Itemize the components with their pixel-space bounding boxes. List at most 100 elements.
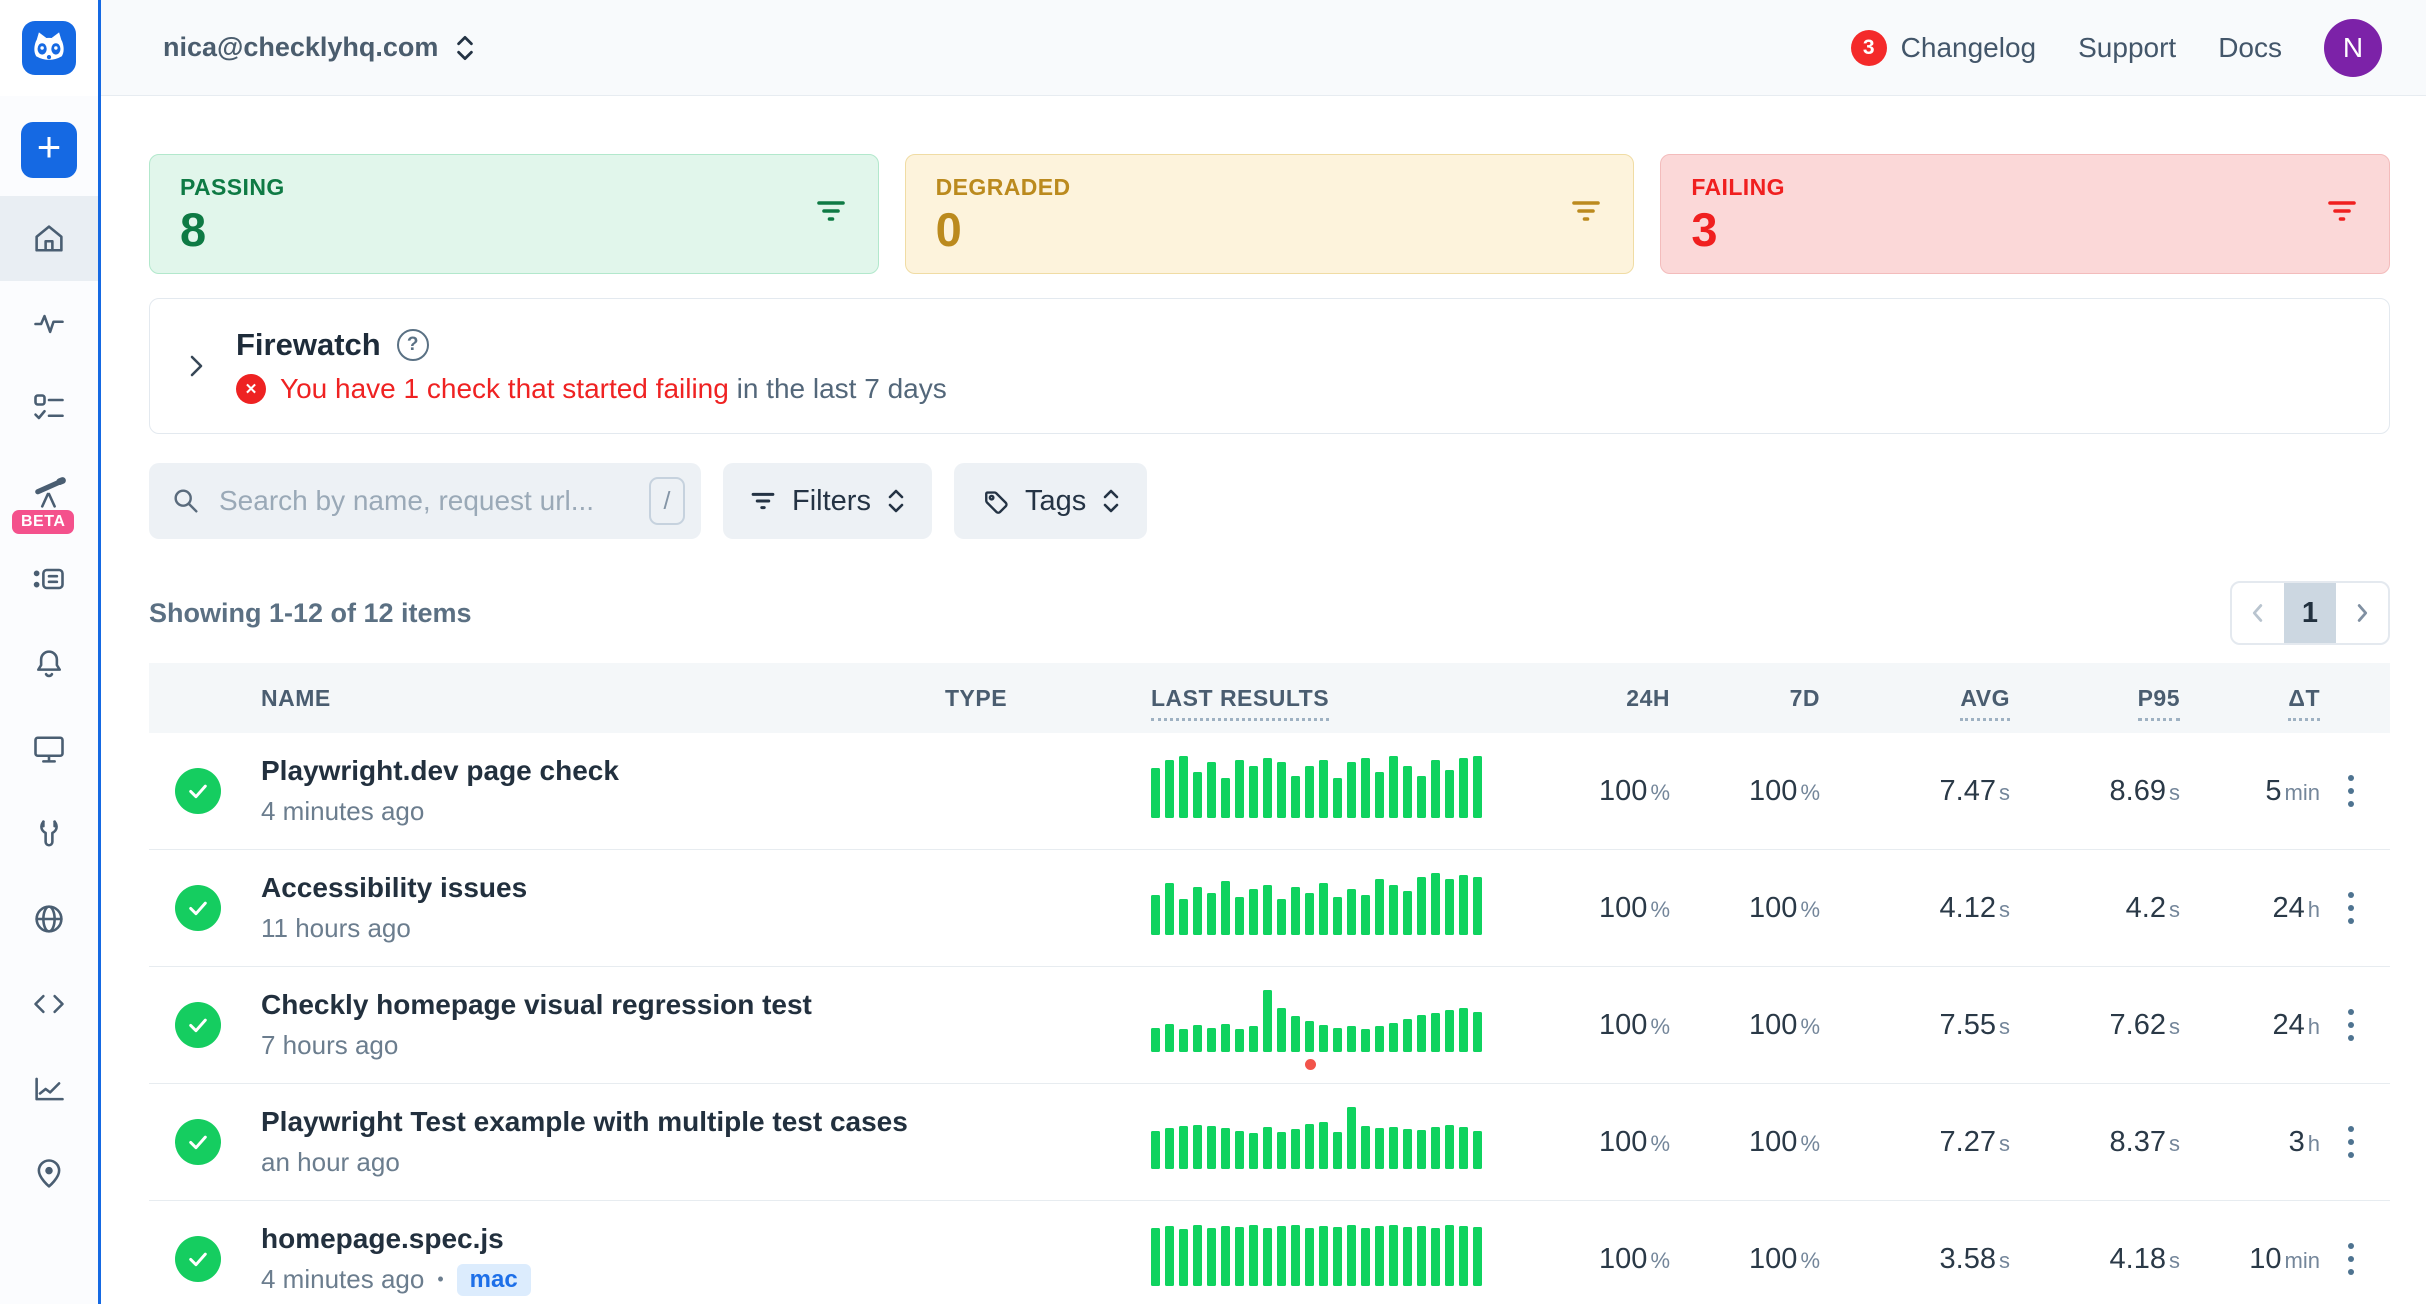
search-input[interactable]	[219, 485, 631, 517]
result-bar[interactable]	[1319, 883, 1328, 935]
result-bar[interactable]	[1473, 1131, 1482, 1169]
result-bar[interactable]	[1459, 758, 1468, 818]
header-type[interactable]: TYPE	[945, 685, 1115, 712]
result-bar[interactable]	[1403, 766, 1412, 818]
result-bar[interactable]	[1473, 1227, 1482, 1286]
result-bar[interactable]	[1389, 1127, 1398, 1169]
result-bar[interactable]	[1333, 897, 1342, 935]
sidebar-item-alerts[interactable]	[0, 621, 98, 706]
expand-chevron-icon[interactable]	[184, 349, 208, 383]
result-bar[interactable]	[1263, 1228, 1272, 1286]
result-bar[interactable]	[1375, 772, 1384, 818]
result-bar[interactable]	[1249, 1225, 1258, 1286]
passing-card[interactable]: PASSING 8	[149, 154, 879, 274]
table-row[interactable]: Checkly homepage visual regression test …	[149, 967, 2390, 1084]
result-bar[interactable]	[1361, 895, 1370, 935]
result-bar[interactable]	[1431, 1127, 1440, 1169]
result-bar[interactable]	[1193, 1125, 1202, 1169]
result-bar[interactable]	[1193, 887, 1202, 935]
result-bar[interactable]	[1445, 1125, 1454, 1169]
result-bar[interactable]	[1263, 990, 1272, 1052]
result-bar[interactable]	[1179, 756, 1188, 818]
result-bar[interactable]	[1277, 1008, 1286, 1052]
result-bar[interactable]	[1347, 889, 1356, 935]
sidebar-item-dashboards[interactable]	[0, 706, 98, 791]
sidebar-item-runtimes[interactable]	[0, 961, 98, 1046]
result-bar[interactable]	[1473, 1012, 1482, 1052]
header-24h[interactable]: 24H	[1525, 685, 1670, 712]
row-menu-button[interactable]	[2320, 1118, 2382, 1166]
result-bar[interactable]	[1333, 1028, 1342, 1052]
result-bar[interactable]	[1221, 881, 1230, 935]
result-bar[interactable]	[1207, 893, 1216, 935]
result-bar[interactable]	[1459, 1008, 1468, 1052]
result-bar[interactable]	[1431, 873, 1440, 935]
result-bar[interactable]	[1319, 1122, 1328, 1169]
result-bar[interactable]	[1305, 1228, 1314, 1286]
result-bar[interactable]	[1333, 778, 1342, 818]
create-new-button[interactable]: +	[21, 122, 77, 178]
sidebar-item-traces-beta[interactable]: BETA	[0, 451, 98, 536]
checkly-raccoon-logo[interactable]	[22, 21, 76, 75]
result-bar[interactable]	[1235, 897, 1244, 935]
result-bar[interactable]	[1305, 1124, 1314, 1169]
result-bar[interactable]	[1431, 760, 1440, 818]
result-bar[interactable]	[1431, 1228, 1440, 1286]
result-bar[interactable]	[1221, 1226, 1230, 1286]
row-menu-button[interactable]	[2320, 884, 2382, 932]
check-name[interactable]: Playwright Test example with multiple te…	[261, 1106, 945, 1138]
result-bar[interactable]	[1249, 1133, 1258, 1169]
result-bar[interactable]	[1179, 1229, 1188, 1286]
result-bar[interactable]	[1277, 1132, 1286, 1169]
docs-link[interactable]: Docs	[2218, 32, 2282, 64]
result-bar[interactable]	[1333, 1227, 1342, 1286]
result-bar[interactable]	[1165, 760, 1174, 818]
result-bar[interactable]	[1473, 756, 1482, 818]
last-results-chart[interactable]	[1151, 1222, 1525, 1286]
result-bar[interactable]	[1445, 1010, 1454, 1052]
result-bar[interactable]	[1361, 1126, 1370, 1169]
sidebar-item-checks[interactable]	[0, 366, 98, 451]
result-bar[interactable]	[1235, 1131, 1244, 1169]
result-bar[interactable]	[1277, 1226, 1286, 1286]
header-name[interactable]: NAME	[261, 685, 945, 712]
result-bar[interactable]	[1151, 1131, 1160, 1169]
check-name[interactable]: Checkly homepage visual regression test	[261, 989, 945, 1021]
table-row[interactable]: homepage.spec.js 4 minutes ago • mac 100…	[149, 1201, 2390, 1304]
result-bar[interactable]	[1207, 1028, 1216, 1052]
result-bar[interactable]	[1207, 1126, 1216, 1169]
result-bar[interactable]	[1333, 1132, 1342, 1169]
result-bar[interactable]	[1459, 1127, 1468, 1169]
result-bar[interactable]	[1361, 758, 1370, 818]
result-bar[interactable]	[1389, 1225, 1398, 1286]
result-bar[interactable]	[1179, 1029, 1188, 1052]
result-bar[interactable]	[1319, 760, 1328, 818]
row-menu-button[interactable]	[2320, 1235, 2382, 1283]
last-results-chart[interactable]	[1151, 754, 1525, 818]
result-bar[interactable]	[1417, 1130, 1426, 1169]
result-bar[interactable]	[1291, 1016, 1300, 1052]
header-7d[interactable]: 7D	[1670, 685, 1820, 712]
user-avatar[interactable]: N	[2324, 19, 2382, 77]
result-bar[interactable]	[1221, 1024, 1230, 1052]
result-bar[interactable]	[1235, 1227, 1244, 1286]
result-bar[interactable]	[1417, 877, 1426, 935]
result-bar[interactable]	[1165, 1128, 1174, 1169]
sidebar-item-home[interactable]	[0, 196, 98, 281]
result-bar[interactable]	[1319, 1226, 1328, 1286]
result-bar[interactable]	[1445, 1225, 1454, 1286]
result-bar[interactable]	[1151, 1228, 1160, 1286]
result-bar[interactable]	[1207, 1228, 1216, 1286]
support-link[interactable]: Support	[2078, 32, 2176, 64]
result-bar[interactable]	[1375, 1226, 1384, 1286]
last-results-chart[interactable]	[1151, 988, 1525, 1052]
table-row[interactable]: Playwright Test example with multiple te…	[149, 1084, 2390, 1201]
result-bar[interactable]	[1305, 1021, 1314, 1052]
result-bar[interactable]	[1403, 891, 1412, 935]
result-bar[interactable]	[1193, 772, 1202, 818]
result-bar[interactable]	[1151, 768, 1160, 818]
filters-button[interactable]: Filters	[723, 463, 932, 539]
prev-page-button[interactable]	[2232, 583, 2284, 643]
sidebar-item-private-locations[interactable]	[0, 876, 98, 961]
result-bar[interactable]	[1445, 879, 1454, 935]
